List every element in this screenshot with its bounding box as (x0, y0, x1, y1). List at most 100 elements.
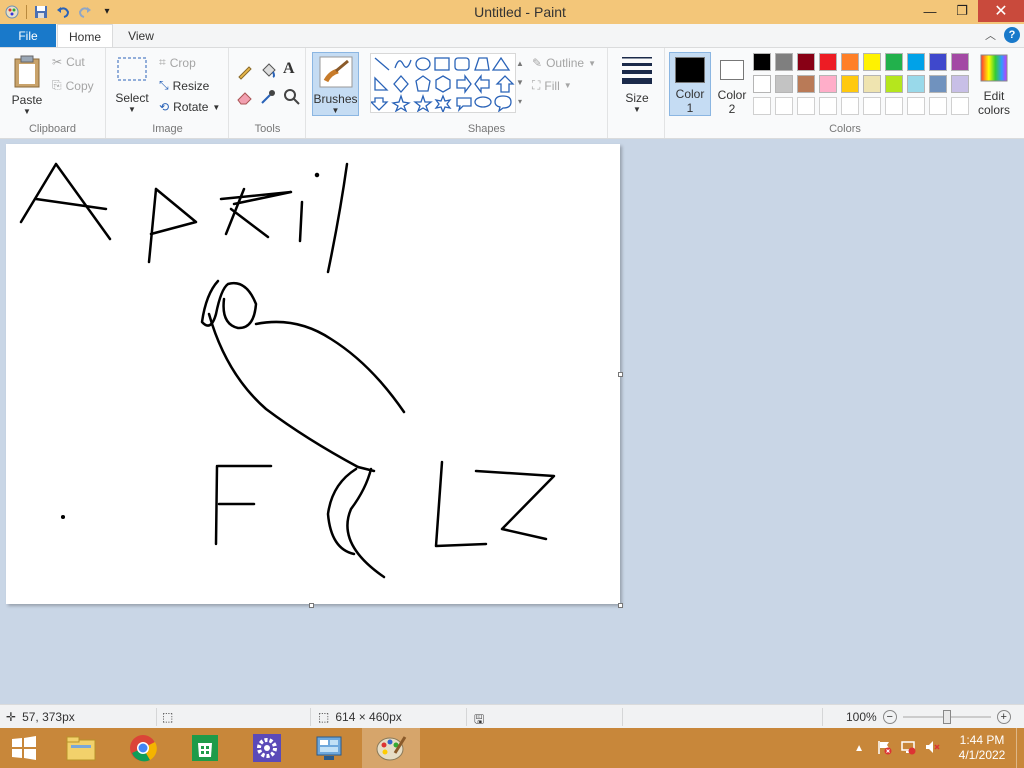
palette-swatch[interactable] (951, 75, 969, 93)
palette-swatch[interactable] (819, 53, 837, 71)
paint-palette-icon (376, 736, 407, 761)
resize-handle-right[interactable] (618, 372, 623, 377)
magnifier-icon[interactable] (283, 88, 301, 106)
palette-swatch[interactable] (929, 75, 947, 93)
outline-button[interactable]: ✎ Outline ▼ (532, 56, 596, 70)
fill-button[interactable]: ⛶ Fill ▼ (532, 78, 572, 93)
palette-swatch[interactable] (907, 75, 925, 93)
crop-button[interactable]: ⌗ Crop (159, 55, 196, 70)
resize-handle-bottom[interactable] (309, 603, 314, 608)
show-hidden-icons-icon[interactable]: ▲ (854, 743, 864, 754)
help-icon[interactable]: ? (1004, 27, 1020, 43)
palette-swatch[interactable] (885, 97, 903, 115)
rotate-button[interactable]: ⟲ Rotate ▼ (159, 100, 220, 114)
paste-button[interactable]: Paste ▼ (8, 54, 46, 116)
cut-button[interactable]: ✂ Cut (52, 55, 85, 69)
tab-view[interactable]: View (116, 24, 166, 48)
colors-group-label: Colors (829, 123, 861, 135)
palette-swatch[interactable] (797, 53, 815, 71)
palette-swatch[interactable] (885, 53, 903, 71)
zoom-out-button[interactable]: − (882, 710, 897, 724)
palette-swatch[interactable] (929, 53, 947, 71)
network-icon[interactable] (900, 739, 916, 758)
tab-home[interactable]: Home (57, 24, 113, 48)
line-size-icon (620, 54, 654, 89)
palette-swatch[interactable] (819, 75, 837, 93)
palette-swatch[interactable] (885, 75, 903, 93)
palette-swatch[interactable] (753, 97, 771, 115)
status-bar: ✛ 57, 373px ⬚ ⬚ 614 × 460px 🖫 100% − + (0, 704, 1024, 728)
close-button[interactable]: ✕ (978, 0, 1024, 22)
palette-swatch[interactable] (841, 53, 859, 71)
collapse-ribbon-icon[interactable]: ︿ (985, 27, 996, 43)
crop-icon: ⌗ (159, 55, 166, 69)
resize-icon: ⤡ (159, 78, 169, 92)
volume-muted-icon[interactable] (924, 739, 940, 758)
palette-swatch[interactable] (797, 75, 815, 93)
resize-handle-corner[interactable] (618, 603, 623, 608)
drawing-canvas[interactable] (6, 144, 620, 604)
shapes-group-label: Shapes (467, 123, 506, 135)
copy-button[interactable]: ⎘ Copy (52, 78, 94, 93)
palette-swatch[interactable] (907, 53, 925, 71)
palette-swatch[interactable] (775, 97, 793, 115)
edit-colors-button[interactable]: Edit colors (972, 54, 1016, 117)
palette-swatch[interactable] (863, 75, 881, 93)
color1-button[interactable]: Color 1 (669, 52, 711, 116)
palette-swatch[interactable] (819, 97, 837, 115)
taskbar-store[interactable] (176, 728, 234, 768)
pencil-icon[interactable] (236, 62, 254, 80)
resize-button[interactable]: ⤡ Resize (159, 78, 209, 93)
chevron-down-icon: ▼ (23, 107, 31, 116)
tab-file[interactable]: File (0, 24, 56, 48)
taskbar-paint[interactable] (362, 728, 420, 768)
zoom-slider[interactable] (902, 710, 991, 724)
zoom-in-button[interactable]: + (996, 710, 1011, 724)
restore-button[interactable]: ❐ (946, 0, 978, 22)
tools-group: A Tools (230, 48, 306, 138)
text-tool-icon[interactable]: A (283, 60, 295, 78)
brushes-button[interactable]: Brushes ▼ (312, 52, 359, 116)
palette-swatch[interactable] (907, 97, 925, 115)
color2-button[interactable]: Color 2 (712, 52, 752, 116)
system-clock[interactable]: 1:44 PM 4/1/2022 (948, 733, 1016, 763)
selection-icon: ⬚ (162, 710, 174, 724)
zoom-slider-thumb[interactable] (942, 710, 951, 724)
colors-group: Color 1 Color 2 Edit colors Colors (666, 48, 1024, 138)
palette-swatch[interactable] (929, 97, 947, 115)
taskbar-settings[interactable] (238, 728, 296, 768)
size-button[interactable]: Size ▼ (618, 54, 656, 114)
palette-swatch[interactable] (841, 75, 859, 93)
taskbar-chrome[interactable] (114, 728, 172, 768)
palette-swatch[interactable] (863, 53, 881, 71)
show-desktop-button[interactable] (1016, 728, 1024, 768)
palette-swatch[interactable] (753, 75, 771, 93)
eraser-icon[interactable] (236, 88, 254, 106)
palette-swatch[interactable] (841, 97, 859, 115)
palette-swatch[interactable] (753, 53, 771, 71)
palette-swatch[interactable] (951, 53, 969, 71)
start-button[interactable] (0, 728, 48, 768)
canvas-size: ⬚ 614 × 460px (318, 710, 402, 724)
taskbar-file-explorer[interactable] (52, 728, 110, 768)
palette-swatch[interactable] (775, 75, 793, 93)
cursor-position: ✛ 57, 373px (6, 710, 75, 724)
ribbon-tabs: File Home View ︿ ? (0, 24, 1024, 48)
shapes-scroll[interactable]: ▲ ▼ ▾ (515, 54, 525, 112)
shapes-icons (369, 56, 515, 114)
freehand-drawing (19, 162, 556, 579)
palette-swatch[interactable] (797, 97, 815, 115)
fill-icon: ⛶ (532, 78, 541, 92)
palette-swatch[interactable] (863, 97, 881, 115)
select-button[interactable]: Select ▼ (115, 56, 149, 114)
shapes-gallery[interactable] (369, 53, 516, 114)
color-picker-icon[interactable] (259, 88, 277, 106)
minimize-button[interactable]: — (914, 0, 946, 22)
taskbar-control-panel[interactable] (300, 728, 358, 768)
shapes-group: ▲ ▼ ▾ ✎ Outline ▼ ⛶ Fill ▼ Shapes (366, 48, 608, 138)
palette-swatch[interactable] (951, 97, 969, 115)
palette-swatch[interactable] (775, 53, 793, 71)
fill-bucket-icon[interactable] (259, 62, 277, 80)
brush-icon (318, 55, 354, 92)
action-center-flag-icon[interactable] (876, 739, 892, 758)
